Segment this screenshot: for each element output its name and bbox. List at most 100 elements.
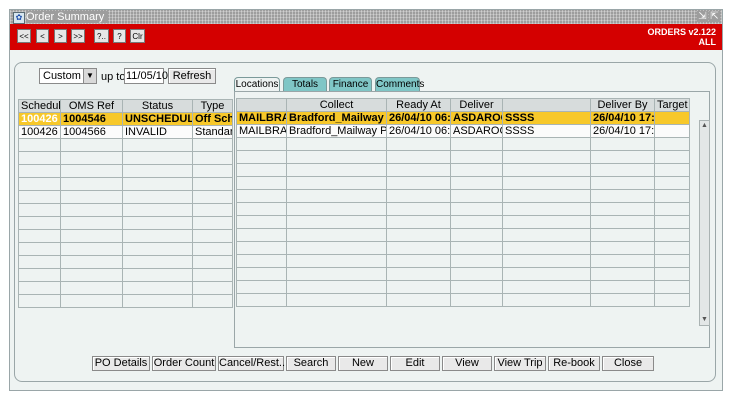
refresh-button[interactable]: Refresh bbox=[168, 68, 216, 84]
table-cell[interactable] bbox=[122, 138, 193, 152]
table-cell[interactable]: 26/04/10 17:00 bbox=[590, 111, 655, 125]
table-cell[interactable] bbox=[450, 280, 503, 294]
table-cell[interactable] bbox=[60, 190, 123, 204]
table-cell[interactable] bbox=[654, 241, 690, 255]
table-cell[interactable] bbox=[122, 190, 193, 204]
scroll-up-icon[interactable]: ▲ bbox=[700, 121, 709, 131]
table-cell[interactable] bbox=[286, 241, 387, 255]
empty-table-row[interactable] bbox=[18, 268, 233, 282]
table-cell[interactable] bbox=[654, 202, 690, 216]
table-cell[interactable] bbox=[236, 202, 287, 216]
column-header-ready-at[interactable]: Ready At bbox=[386, 98, 451, 112]
table-cell[interactable] bbox=[450, 228, 503, 242]
table-cell[interactable] bbox=[590, 189, 655, 203]
table-cell[interactable] bbox=[386, 228, 451, 242]
rebook-button[interactable]: Re-book bbox=[548, 356, 600, 371]
table-cell[interactable] bbox=[192, 255, 233, 269]
maximize-icon[interactable]: ⇱ bbox=[709, 11, 720, 22]
table-cell[interactable] bbox=[236, 254, 287, 268]
table-cell[interactable]: 1004566 bbox=[60, 125, 123, 139]
table-cell[interactable] bbox=[236, 137, 287, 151]
tab-comments[interactable]: Comments bbox=[375, 77, 424, 91]
table-cell[interactable] bbox=[122, 294, 193, 308]
table-cell[interactable] bbox=[502, 228, 591, 242]
table-cell[interactable]: 26/04/10 06:00 bbox=[386, 111, 451, 125]
table-cell[interactable] bbox=[192, 138, 233, 152]
empty-table-row[interactable] bbox=[236, 293, 690, 307]
table-cell[interactable] bbox=[18, 255, 61, 269]
table-cell[interactable] bbox=[386, 202, 451, 216]
table-cell[interactable] bbox=[386, 254, 451, 268]
range-select[interactable]: Custom ▼ bbox=[39, 68, 97, 84]
table-cell[interactable] bbox=[502, 241, 591, 255]
table-cell[interactable] bbox=[236, 215, 287, 229]
table-cell[interactable] bbox=[450, 202, 503, 216]
table-cell[interactable]: 100426 bbox=[18, 112, 61, 126]
table-cell[interactable] bbox=[18, 268, 61, 282]
tab-locations[interactable]: Locations bbox=[234, 77, 280, 91]
table-cell[interactable] bbox=[654, 137, 690, 151]
table-cell[interactable] bbox=[386, 241, 451, 255]
table-cell[interactable] bbox=[60, 281, 123, 295]
table-cell[interactable] bbox=[236, 228, 287, 242]
column-header-deliver-name[interactable] bbox=[502, 98, 591, 112]
table-cell[interactable] bbox=[386, 150, 451, 164]
empty-table-row[interactable] bbox=[18, 151, 233, 165]
table-cell[interactable]: Bradford_Mailway Packa bbox=[286, 124, 387, 138]
table-cell[interactable] bbox=[192, 281, 233, 295]
table-cell[interactable] bbox=[502, 176, 591, 190]
column-header-target[interactable]: Target bbox=[654, 98, 690, 112]
empty-table-row[interactable] bbox=[18, 216, 233, 230]
table-cell[interactable] bbox=[502, 215, 591, 229]
clear-button[interactable]: Clr bbox=[130, 29, 145, 43]
table-cell[interactable]: INVALID bbox=[122, 125, 193, 139]
table-cell[interactable] bbox=[122, 203, 193, 217]
table-cell[interactable] bbox=[502, 293, 591, 307]
empty-table-row[interactable] bbox=[18, 190, 233, 204]
chevron-down-icon[interactable]: ▼ bbox=[83, 69, 96, 83]
table-cell[interactable] bbox=[654, 254, 690, 268]
table-cell[interactable] bbox=[654, 176, 690, 190]
table-cell[interactable] bbox=[654, 228, 690, 242]
table-cell[interactable] bbox=[450, 293, 503, 307]
table-cell[interactable] bbox=[18, 151, 61, 165]
table-cell[interactable]: ASDAROG bbox=[450, 111, 503, 125]
table-cell[interactable] bbox=[386, 267, 451, 281]
table-cell[interactable] bbox=[502, 280, 591, 294]
table-cell[interactable] bbox=[60, 203, 123, 217]
table-cell[interactable] bbox=[450, 176, 503, 190]
column-header-oms-ref[interactable]: OMS Ref bbox=[60, 99, 123, 113]
table-cell[interactable] bbox=[386, 280, 451, 294]
table-cell[interactable] bbox=[654, 124, 690, 138]
table-cell[interactable] bbox=[590, 163, 655, 177]
next-record-button[interactable]: > bbox=[54, 29, 67, 43]
empty-table-row[interactable] bbox=[236, 150, 690, 164]
table-cell[interactable] bbox=[590, 176, 655, 190]
empty-table-row[interactable] bbox=[18, 177, 233, 191]
empty-table-row[interactable] bbox=[236, 241, 690, 255]
order-count-button[interactable]: Order Count bbox=[152, 356, 216, 371]
table-cell[interactable] bbox=[192, 242, 233, 256]
table-cell[interactable] bbox=[60, 294, 123, 308]
table-cell[interactable]: ASDAROG bbox=[450, 124, 503, 138]
table-cell[interactable] bbox=[18, 177, 61, 191]
table-cell[interactable] bbox=[502, 267, 591, 281]
empty-table-row[interactable] bbox=[18, 138, 233, 152]
search-button[interactable]: Search bbox=[286, 356, 336, 371]
table-cell[interactable] bbox=[450, 137, 503, 151]
view-button[interactable]: View bbox=[442, 356, 492, 371]
table-cell[interactable] bbox=[590, 293, 655, 307]
new-button[interactable]: New bbox=[338, 356, 388, 371]
table-cell[interactable] bbox=[192, 190, 233, 204]
table-cell[interactable] bbox=[236, 176, 287, 190]
table-cell[interactable] bbox=[286, 267, 387, 281]
table-cell[interactable] bbox=[286, 254, 387, 268]
table-cell[interactable] bbox=[122, 255, 193, 269]
table-cell[interactable] bbox=[236, 280, 287, 294]
table-cell[interactable] bbox=[18, 190, 61, 204]
table-cell[interactable] bbox=[60, 268, 123, 282]
table-cell[interactable] bbox=[654, 163, 690, 177]
table-cell[interactable] bbox=[502, 254, 591, 268]
table-cell[interactable] bbox=[18, 229, 61, 243]
table-row[interactable]: MAILBRAD Bradford_Mailway Packa 26/04/10… bbox=[236, 124, 690, 138]
